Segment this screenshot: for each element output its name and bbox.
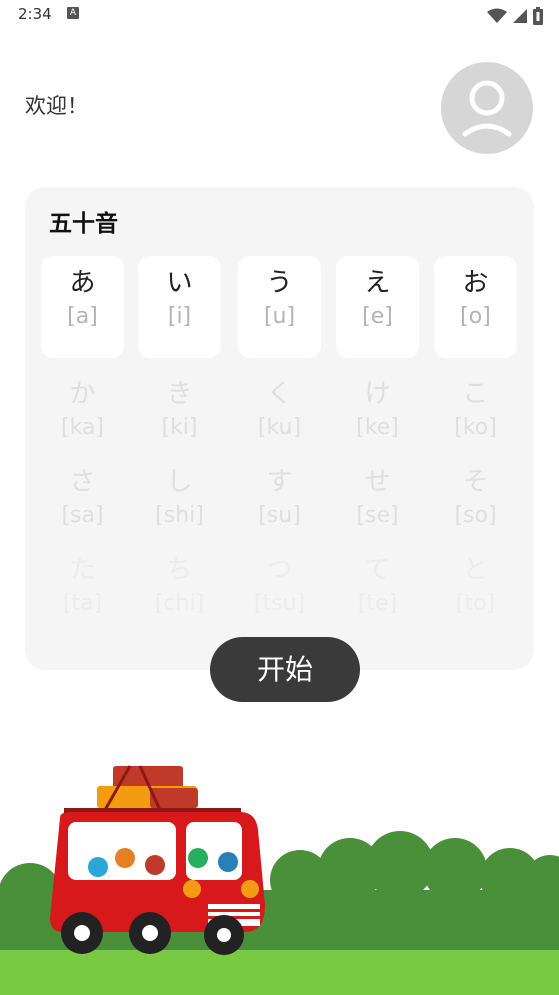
kana-char: す: [266, 467, 293, 497]
kana-cell[interactable]: こ [ko]: [434, 367, 517, 469]
kana-cell[interactable]: お [o]: [434, 256, 517, 358]
kana-cell[interactable]: く [ku]: [238, 367, 321, 469]
kana-romaji: [ke]: [356, 415, 399, 440]
kana-char: そ: [462, 467, 489, 497]
kana-romaji: [chi]: [154, 591, 205, 616]
kana-char: あ: [69, 268, 96, 298]
kana-cell[interactable]: し [shi]: [138, 455, 221, 557]
kana-char: く: [266, 379, 293, 409]
kana-cell[interactable]: い [i]: [138, 256, 221, 358]
kana-char: せ: [364, 467, 391, 497]
kana-romaji: [e]: [362, 304, 393, 329]
avatar-person-icon: [462, 80, 512, 137]
notification-icon: A: [67, 7, 79, 19]
grass: [0, 950, 559, 995]
kana-char: か: [69, 379, 96, 409]
kana-cell[interactable]: す [su]: [238, 455, 321, 557]
kana-romaji: [se]: [356, 503, 399, 528]
kana-char: て: [364, 555, 391, 585]
kana-romaji: [ka]: [60, 415, 104, 440]
start-button[interactable]: 开始: [210, 637, 360, 702]
card-title: 五十音: [49, 211, 118, 237]
wifi-icon: [486, 8, 507, 23]
kana-char: こ: [462, 379, 489, 409]
kana-char: さ: [69, 467, 96, 497]
kana-char: と: [462, 555, 489, 585]
kana-romaji: [ta]: [62, 591, 103, 616]
kana-romaji: [to]: [455, 591, 496, 616]
kana-char: う: [266, 268, 293, 298]
kana-cell[interactable]: え [e]: [336, 256, 419, 358]
kana-cell[interactable]: つ [tsu]: [238, 543, 321, 645]
kana-romaji: [shi]: [155, 503, 204, 528]
kana-romaji: [sa]: [61, 503, 104, 528]
status-icons: [486, 5, 543, 25]
kana-romaji: [ki]: [161, 415, 198, 440]
avatar[interactable]: [441, 62, 533, 154]
kana-cell[interactable]: う [u]: [238, 256, 321, 358]
kana-cell[interactable]: た [ta]: [41, 543, 124, 645]
kana-cell[interactable]: か [ka]: [41, 367, 124, 469]
signal-icon: [512, 8, 527, 23]
kana-char: い: [166, 268, 193, 298]
kana-cell[interactable]: き [ki]: [138, 367, 221, 469]
battery-icon: [533, 6, 543, 25]
welcome-text: 欢迎！: [25, 94, 88, 118]
kana-cell[interactable]: さ [sa]: [41, 455, 124, 557]
bus: [50, 765, 265, 955]
status-time: 2:34: [18, 5, 52, 23]
kana-romaji: [o]: [460, 304, 491, 329]
kana-cell[interactable]: そ [so]: [434, 455, 517, 557]
kana-romaji: [te]: [357, 591, 398, 616]
kana-char: ち: [166, 555, 193, 585]
kana-cell[interactable]: ち [chi]: [138, 543, 221, 645]
status-bar: 2:34 A: [0, 0, 559, 30]
kana-romaji: [a]: [67, 304, 98, 329]
bus-illustration: [0, 765, 559, 995]
kana-romaji: [ku]: [257, 415, 302, 440]
kana-char: き: [166, 379, 193, 409]
kana-char: け: [364, 379, 391, 409]
kana-char: お: [462, 268, 489, 298]
kana-cell[interactable]: て [te]: [336, 543, 419, 645]
gojuon-card[interactable]: 五十音 あ [a] い [i] う [u] え [e] お [o] か [ka]…: [25, 187, 534, 670]
kana-char: た: [69, 555, 96, 585]
kana-char: つ: [266, 555, 293, 585]
kana-char: え: [364, 268, 391, 298]
kana-cell[interactable]: あ [a]: [41, 256, 124, 358]
kana-cell[interactable]: せ [se]: [336, 455, 419, 557]
kana-romaji: [tsu]: [253, 591, 306, 616]
kana-romaji: [u]: [263, 304, 296, 329]
kana-romaji: [su]: [258, 503, 301, 528]
kana-romaji: [so]: [454, 503, 497, 528]
kana-cell[interactable]: け [ke]: [336, 367, 419, 469]
kana-cell[interactable]: と [to]: [434, 543, 517, 645]
kana-romaji: [ko]: [454, 415, 497, 440]
kana-romaji: [i]: [167, 304, 192, 329]
kana-char: し: [166, 467, 193, 497]
